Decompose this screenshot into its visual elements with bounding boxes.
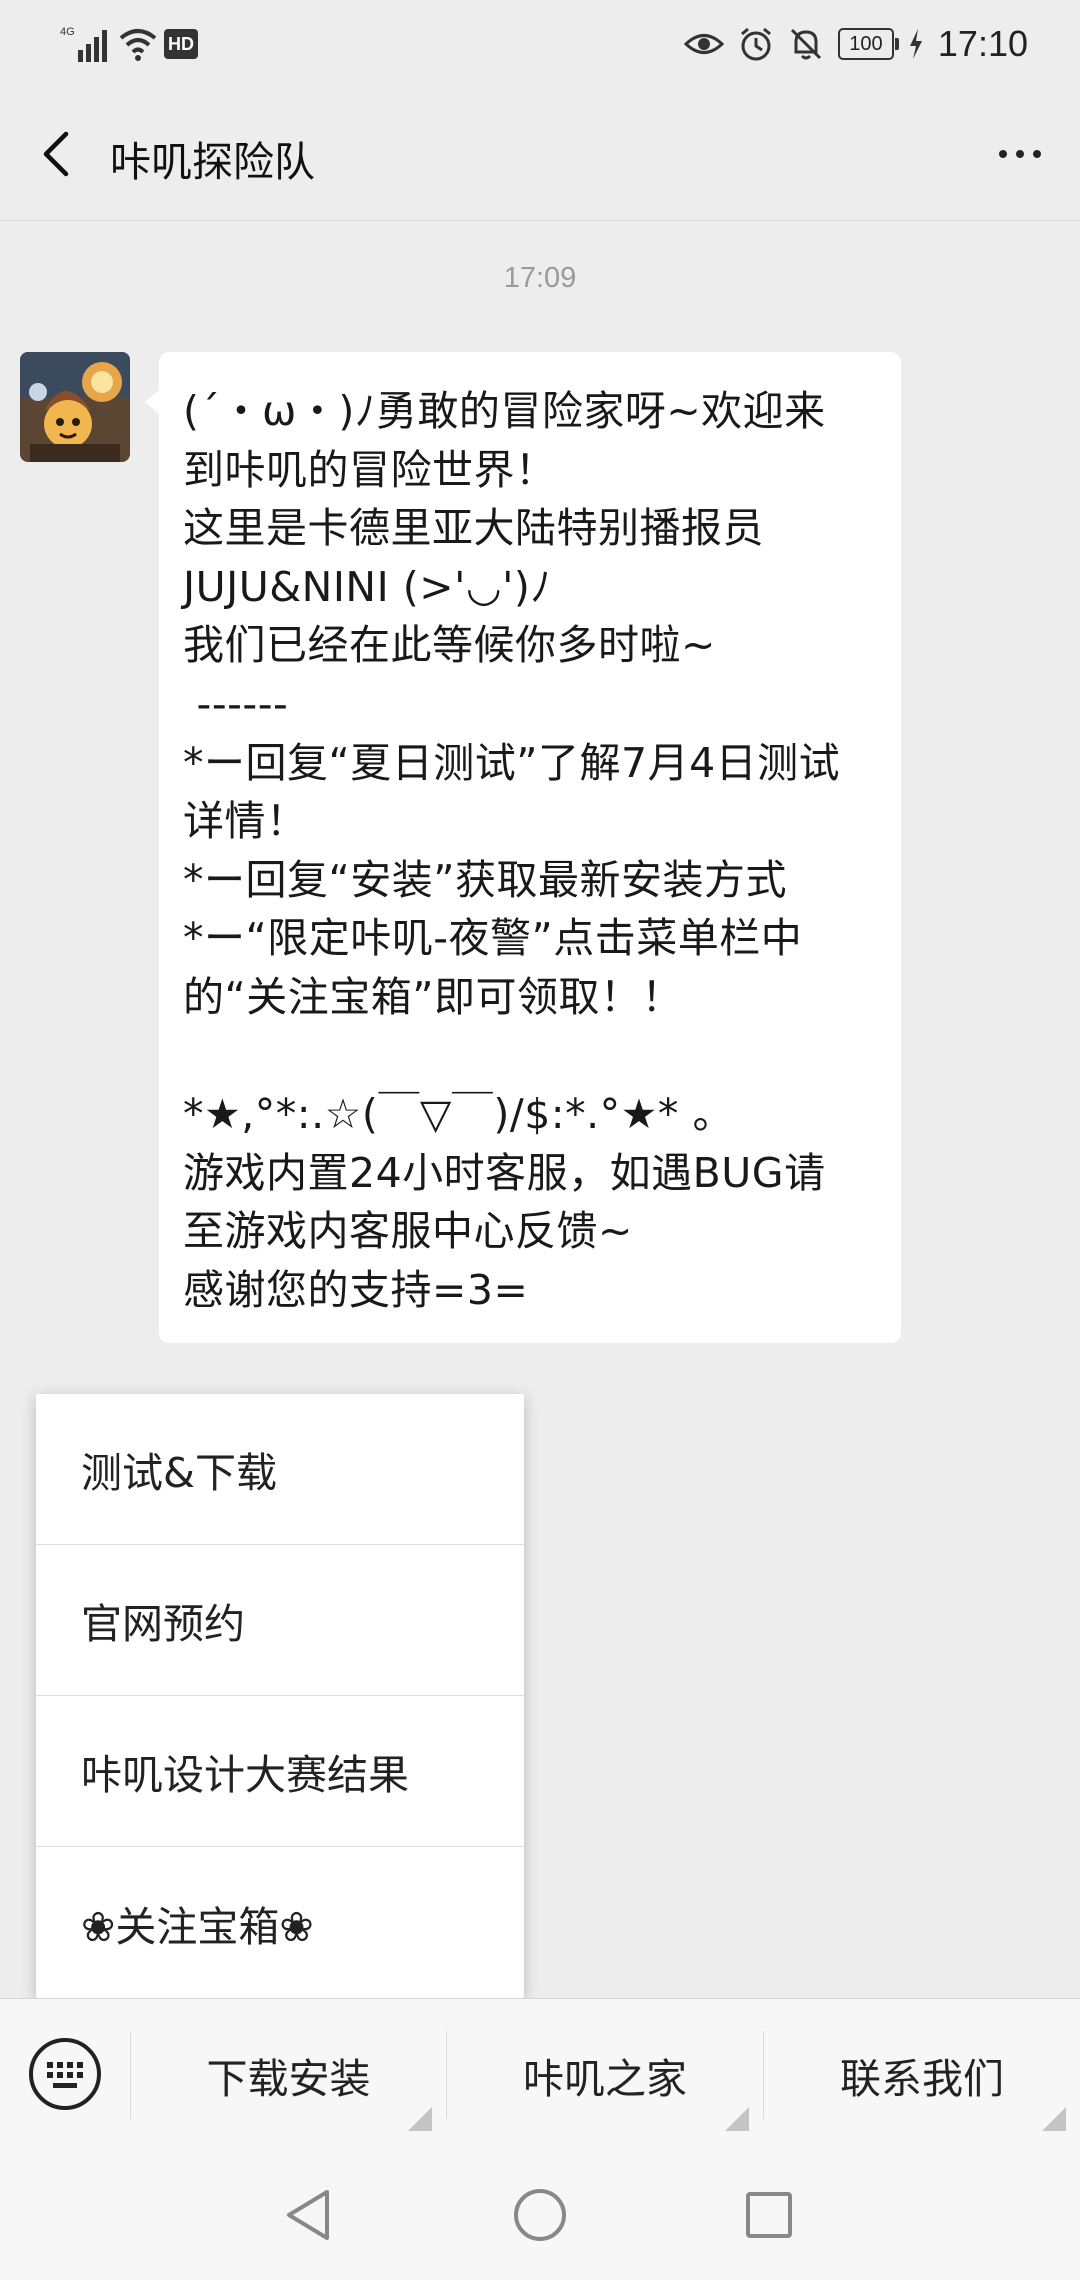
- menu-tab-label: 咔叽之家: [523, 2055, 687, 2103]
- message-line: JUJU&NINI (>'◡')ﾉ: [183, 562, 552, 611]
- message-line: *ー回复“安装”获取最新安装方式: [183, 855, 787, 904]
- circle-home-icon: [514, 2189, 566, 2241]
- message-line: (´・ω・)ﾉ勇敢的冒险家呀~欢迎来: [183, 387, 826, 435]
- back-button[interactable]: [24, 122, 88, 186]
- message-line: *ー“限定咔叽-夜警”点击菜单栏中: [183, 914, 803, 963]
- status-bar: 4G HD 100 17:10: [0, 0, 1080, 92]
- mute-bell-icon: [790, 28, 821, 60]
- alarm-icon: [740, 27, 771, 61]
- message-bubble[interactable]: (´・ω・)ﾉ勇敢的冒险家呀~欢迎来 到咔叽的冒险世界！ 这里是卡德里亚大陆特别…: [145, 352, 901, 1343]
- keyboard-toggle-button[interactable]: [24, 2033, 106, 2115]
- network-type-label: 4G: [60, 26, 75, 38]
- chat-title: 咔叽探险队: [110, 138, 315, 186]
- system-navigation-bar: [0, 2150, 1080, 2280]
- wifi-icon: [119, 29, 157, 61]
- status-left: 4G HD: [60, 20, 198, 68]
- message-line: 到咔叽的冒险世界！: [183, 445, 557, 494]
- submenu-item-follow-chest[interactable]: ❀关注宝箱❀: [36, 1847, 524, 1998]
- more-dot: [1016, 150, 1024, 158]
- submenu-indicator-icon: [1042, 2107, 1066, 2131]
- message-line: 的“关注宝箱”即可领取！！: [183, 972, 683, 1021]
- official-account-menu-bar: 下载安装 咔叽之家 联系我们: [0, 1998, 1080, 2151]
- signal-icon: 4G: [60, 26, 107, 62]
- menu-tab-contact-us[interactable]: 联系我们: [764, 1999, 1080, 2151]
- battery-indicator: 100: [837, 28, 899, 60]
- message-timestamp: 17:09: [503, 262, 577, 294]
- message-line: *★,°*:.☆(￣▽￣)/$:*.°★* 。: [183, 1090, 734, 1139]
- chat-header: 咔叽探险队: [0, 92, 1080, 221]
- message-line: 感谢您的支持=3=: [183, 1265, 529, 1314]
- menu-tab-kaji-home[interactable]: 咔叽之家: [447, 1999, 763, 2151]
- hd-badge: HD: [164, 29, 198, 59]
- message-line: 游戏内置24小时客服，如遇BUG请: [183, 1148, 826, 1197]
- square-recents-icon: [746, 2192, 792, 2238]
- submenu-indicator-icon: [408, 2107, 432, 2131]
- message-line: [183, 1027, 877, 1086]
- game-character-avatar-image: [20, 352, 130, 462]
- status-time: 17:10: [937, 23, 1028, 64]
- message-line: 这里是卡德里亚大陆特别播报员: [183, 504, 764, 553]
- charging-icon: [909, 29, 922, 59]
- message-line: 至游戏内客服中心反馈~: [183, 1207, 633, 1256]
- submenu-item-design-contest-results[interactable]: 咔叽设计大赛结果: [36, 1696, 524, 1847]
- keyboard-icon: [29, 2038, 101, 2110]
- message-line: *ー回复“夏日测试”了解7月4日测试: [183, 738, 841, 787]
- message-line: ------: [183, 679, 289, 728]
- submenu-item-official-reservation[interactable]: 官网预约: [36, 1545, 524, 1696]
- nav-home-button[interactable]: [505, 2180, 575, 2250]
- status-right: 100 17:10: [683, 20, 1028, 68]
- message-line: 我们已经在此等候你多时啦~: [183, 621, 716, 670]
- submenu-indicator-icon: [725, 2107, 749, 2131]
- more-button[interactable]: [984, 122, 1056, 186]
- more-dots-icon: [999, 150, 1007, 158]
- menu-tab-label: 下载安装: [206, 2055, 371, 2103]
- nav-recents-button[interactable]: [734, 2180, 804, 2250]
- triangle-back-icon: [287, 2190, 329, 2240]
- avatar[interactable]: [20, 352, 130, 462]
- chevron-left-icon: [43, 131, 69, 177]
- menu-tab-download-install[interactable]: 下载安装: [131, 1999, 446, 2151]
- message-line: 详情！: [183, 797, 308, 846]
- eye-icon: [683, 34, 724, 54]
- nav-back-button[interactable]: [273, 2180, 343, 2250]
- submenu-popup: 测试&下载 官网预约 咔叽设计大赛结果 ❀关注宝箱❀: [36, 1394, 524, 1998]
- menu-tab-label: 联系我们: [840, 2055, 1004, 2103]
- submenu-item-test-download[interactable]: 测试&下载: [36, 1394, 524, 1545]
- more-dot: [1033, 150, 1041, 158]
